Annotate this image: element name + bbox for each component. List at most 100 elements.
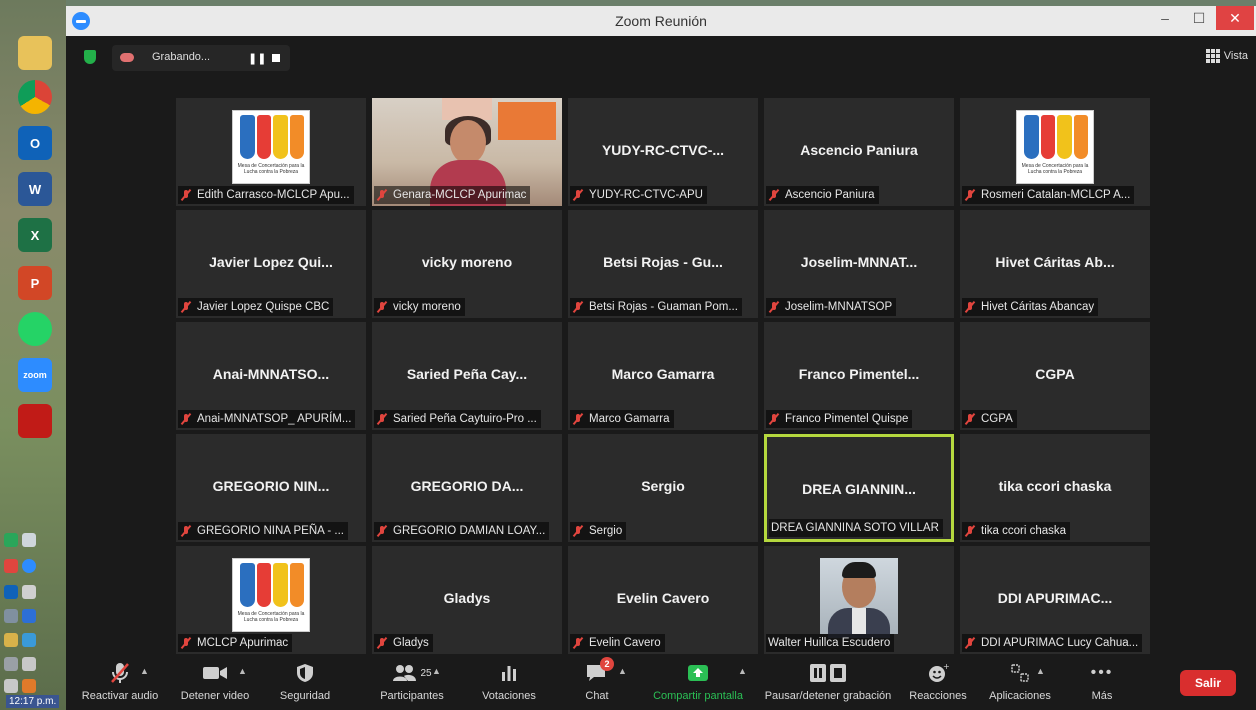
excel-icon[interactable]: X xyxy=(18,218,52,252)
powerpoint-icon[interactable]: P xyxy=(18,266,52,300)
participant-tile[interactable]: Joselim-MNNAT... Joselim-MNNATSOP xyxy=(764,210,954,318)
participant-display-title: Franco Pimentel... xyxy=(798,366,920,382)
recording-controls-icon xyxy=(810,664,846,682)
polls-button[interactable]: Votaciones xyxy=(474,660,544,706)
participant-display-title: Saried Peña Cay... xyxy=(406,366,528,382)
participant-tile[interactable]: Hivet Cáritas Ab... Hivet Cáritas Abancay xyxy=(960,210,1150,318)
participant-tile[interactable]: Genara-MCLCP Apurimac xyxy=(372,98,562,206)
participant-tile[interactable]: Mesa de Concertación para la Lucha contr… xyxy=(176,546,366,654)
tray-zoom-icon[interactable] xyxy=(22,559,36,573)
whatsapp-icon[interactable] xyxy=(18,312,52,346)
participant-name: Evelin Cavero xyxy=(589,637,661,649)
more-button[interactable]: ••• Más xyxy=(1082,660,1122,706)
security-button[interactable]: Seguridad xyxy=(270,660,340,706)
close-button[interactable]: ✕ xyxy=(1216,6,1254,30)
participant-tile[interactable]: Sergio Sergio xyxy=(568,434,758,542)
pause-stop-recording-button[interactable]: Pausar/detener grabación xyxy=(760,660,896,706)
participant-tile[interactable]: YUDY-RC-CTVC-... YUDY-RC-CTVC-APU xyxy=(568,98,758,206)
participant-name-label: DREA GIANNINA SOTO VILLAR xyxy=(769,519,943,537)
window-titlebar[interactable]: Zoom Reunión – ☐ ✕ xyxy=(66,6,1256,36)
apps-options-chevron-icon[interactable]: ▲ xyxy=(1036,666,1045,676)
participant-tile[interactable]: GREGORIO DA... GREGORIO DAMIAN LOAY... xyxy=(372,434,562,542)
apps-button[interactable]: ▲ Aplicaciones xyxy=(982,660,1058,706)
chat-unread-badge: 2 xyxy=(600,657,614,671)
participants-button[interactable]: 25 ▲ Participantes xyxy=(372,660,452,706)
security-label: Seguridad xyxy=(279,690,331,702)
participant-name-label: Genara-MCLCP Apurimac xyxy=(374,186,531,204)
video-options-chevron-icon[interactable]: ▲ xyxy=(238,666,247,676)
network-icon[interactable] xyxy=(22,585,36,599)
stop-video-button[interactable]: ▲ Detener video xyxy=(174,660,256,706)
mic-muted-icon xyxy=(180,637,192,649)
participant-tile[interactable]: Marco Gamarra Marco Gamarra xyxy=(568,322,758,430)
participant-tile[interactable]: Walter Huillca Escudero xyxy=(764,546,954,654)
more-label: Más xyxy=(1091,690,1113,702)
reactions-button[interactable]: + Reacciones xyxy=(906,660,970,706)
minimize-button[interactable]: – xyxy=(1150,6,1180,30)
tray-grid-icon[interactable] xyxy=(22,633,36,647)
zoom-taskbar-icon[interactable]: zoom xyxy=(18,358,52,392)
system-tray-row xyxy=(4,654,62,674)
stop-video-label: Detener video xyxy=(180,690,250,702)
participant-name-label: YUDY-RC-CTVC-APU xyxy=(570,186,707,204)
file-explorer-icon[interactable] xyxy=(18,36,52,70)
participant-tile[interactable]: Mesa de Concertación para la Lucha contr… xyxy=(960,98,1150,206)
participant-tile[interactable]: tika ccori chaska tika ccori chaska xyxy=(960,434,1150,542)
mic-muted-icon xyxy=(572,637,584,649)
participant-tile[interactable]: CGPA CGPA xyxy=(960,322,1150,430)
bluetooth-icon[interactable] xyxy=(22,609,36,623)
stop-recording-icon[interactable] xyxy=(272,54,280,62)
participant-name: Walter Huillca Escudero xyxy=(768,637,891,649)
volume-icon[interactable] xyxy=(22,533,36,547)
tray-user-icon[interactable] xyxy=(4,679,18,693)
chrome-icon[interactable] xyxy=(18,80,52,114)
word-icon[interactable]: W xyxy=(18,172,52,206)
tray-device-icon[interactable] xyxy=(4,609,18,623)
drive-icon[interactable] xyxy=(4,533,18,547)
tray-outlook-icon[interactable] xyxy=(4,585,18,599)
participant-tile[interactable]: DREA GIANNIN... DREA GIANNINA SOTO VILLAR xyxy=(764,434,954,542)
participant-tile[interactable]: Gladys Gladys xyxy=(372,546,562,654)
share-options-chevron-icon[interactable]: ▲ xyxy=(738,666,747,676)
participant-tile[interactable]: GREGORIO NIN... GREGORIO NINA PEÑA - ... xyxy=(176,434,366,542)
participant-name-label: vicky moreno xyxy=(374,298,465,316)
leave-meeting-button[interactable]: Salir xyxy=(1180,670,1236,696)
participant-tile[interactable]: Mesa de Concertación para la Lucha contr… xyxy=(176,98,366,206)
participants-count: 25 xyxy=(420,667,432,679)
participant-display-title: Ascencio Paniura xyxy=(800,142,918,158)
participant-tile[interactable]: Evelin Cavero Evelin Cavero xyxy=(568,546,758,654)
participant-tile[interactable]: DDI APURIMAC... DDI APURIMAC Lucy Cahua..… xyxy=(960,546,1150,654)
participant-name-label: Marco Gamarra xyxy=(570,410,674,428)
taskbar-clock[interactable]: 12:17 p.m. xyxy=(6,695,60,708)
mic-muted-icon xyxy=(964,525,976,537)
participants-options-chevron-icon[interactable]: ▲ xyxy=(432,666,441,676)
chat-button[interactable]: 2 ▲ Chat xyxy=(572,657,627,706)
share-screen-button[interactable]: ▲ Compartir pantalla xyxy=(646,660,750,706)
mic-muted-icon xyxy=(376,301,388,313)
participant-display-title: Hivet Cáritas Ab... xyxy=(995,254,1115,270)
audio-options-chevron-icon[interactable]: ▲ xyxy=(140,666,149,676)
participant-tile[interactable]: Ascencio Paniura Ascencio Paniura xyxy=(764,98,954,206)
chat-options-chevron-icon[interactable]: ▲ xyxy=(618,666,627,676)
tray-app-icon[interactable] xyxy=(4,559,18,573)
outlook-icon[interactable]: O xyxy=(18,126,52,160)
participant-tile[interactable]: Javier Lopez Qui... Javier Lopez Quispe C… xyxy=(176,210,366,318)
tray-search-icon[interactable] xyxy=(4,657,18,671)
tray-notify-icon[interactable] xyxy=(22,679,36,693)
encryption-shield-icon[interactable] xyxy=(84,50,96,64)
tray-pin-icon[interactable] xyxy=(22,657,36,671)
participant-tile[interactable]: Saried Peña Cay... Saried Peña Caytuiro-P… xyxy=(372,322,562,430)
participant-name: GREGORIO DAMIAN LOAY... xyxy=(393,525,546,537)
unmute-audio-button[interactable]: ▲ Reactivar audio xyxy=(78,660,162,706)
mic-muted-icon xyxy=(180,301,192,313)
view-button[interactable]: Vista xyxy=(1205,49,1248,63)
acrobat-icon[interactable] xyxy=(18,404,52,438)
participant-tile[interactable]: Anai-MNNATSO... Anai-MNNATSOP_ APURÍM... xyxy=(176,322,366,430)
pause-recording-icon[interactable]: ❚❚ xyxy=(248,52,266,65)
participant-tile[interactable]: vicky moreno vicky moreno xyxy=(372,210,562,318)
tray-folder-icon[interactable] xyxy=(4,633,18,647)
maximize-button[interactable]: ☐ xyxy=(1184,6,1214,30)
participant-tile[interactable]: Franco Pimentel... Franco Pimentel Quispe xyxy=(764,322,954,430)
participant-tile[interactable]: Betsi Rojas - Gu... Betsi Rojas - Guaman … xyxy=(568,210,758,318)
participant-name: Betsi Rojas - Guaman Pom... xyxy=(589,301,738,313)
